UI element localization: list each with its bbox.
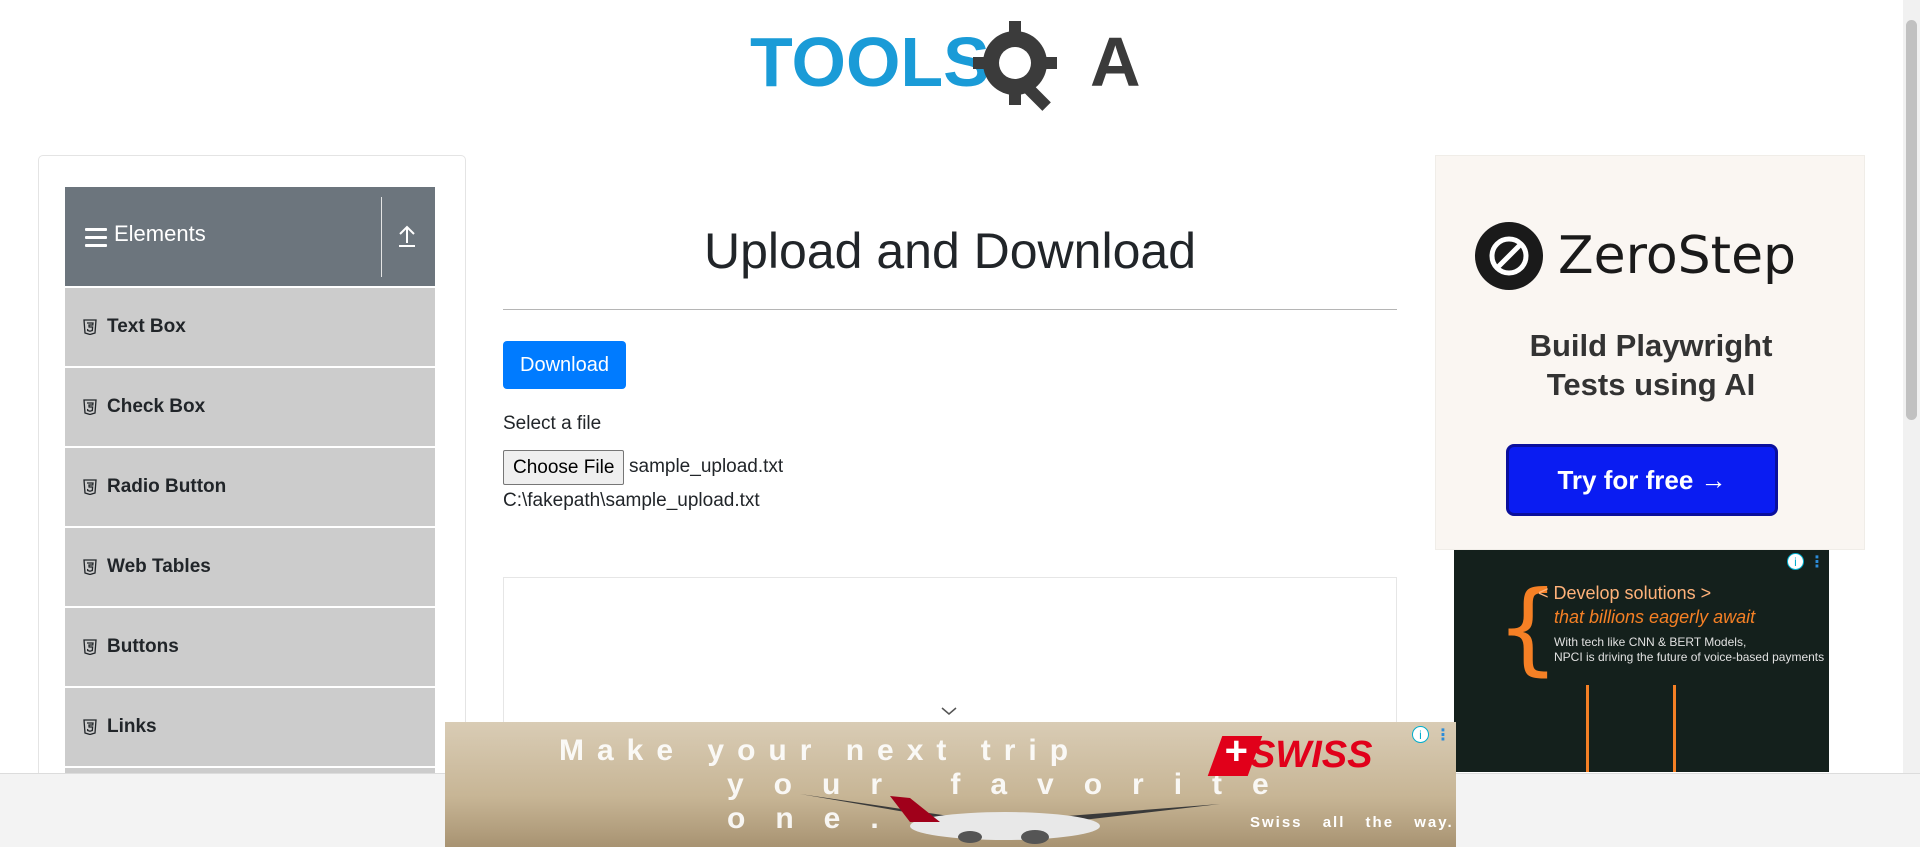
left-panel: Elements Text Box Check Box Radio Button… — [38, 155, 466, 847]
uploaded-file-path: C:\fakepath\sample_upload.txt — [503, 490, 760, 511]
html5-icon — [83, 399, 97, 415]
scrollbar-thumb[interactable] — [1906, 20, 1917, 420]
elements-group-header[interactable]: Elements — [65, 187, 435, 286]
sidebar-item-label: Radio Button — [107, 476, 227, 497]
sidebar-item-radio-button[interactable]: Radio Button — [65, 447, 435, 527]
swiss-ad-line-1: Make your next trip — [559, 734, 1082, 767]
swiss-ad[interactable]: Make your next trip your favorite one. S… — [445, 722, 1456, 847]
collapse-arrow-icon[interactable] — [396, 223, 418, 249]
header-divider — [381, 197, 382, 277]
zerostep-tagline-line-1: Build Playwright — [1529, 328, 1773, 363]
sidebar-item-check-box[interactable]: Check Box — [65, 367, 435, 447]
ad-more-icon[interactable]: ⋮ — [1809, 552, 1825, 572]
zerostep-tagline: Build Playwright Tests using AI — [1476, 326, 1826, 404]
swiss-brand: SWISS — [1250, 734, 1373, 776]
sidebar-item-web-tables[interactable]: Web Tables — [65, 527, 435, 607]
sidebar-item-label: Check Box — [107, 396, 206, 417]
elements-menu-list: Text Box Check Box Radio Button Web Tabl… — [65, 287, 435, 846]
try-for-free-button[interactable]: Try for free → — [1506, 444, 1778, 516]
presenter-image — [1586, 685, 1676, 772]
sidebar-item-label: Text Box — [107, 316, 186, 337]
choose-file-button[interactable]: Choose File — [503, 450, 625, 485]
sidebar-item-text-box[interactable]: Text Box — [65, 287, 435, 367]
sidebar-item-label: Links — [107, 716, 157, 737]
zerostep-logo-icon — [1475, 222, 1543, 290]
npci-ad[interactable]: { < Develop solutions > that billions ea… — [1454, 550, 1829, 772]
selected-file-name: sample_upload.txt — [629, 456, 784, 477]
group-title: Elements — [114, 221, 206, 246]
ad-info-icon[interactable]: i — [1412, 726, 1429, 743]
zerostep-brand: ZeroStep — [1558, 226, 1797, 286]
ad-more-icon[interactable]: ⋮ — [1435, 725, 1451, 745]
logo-text-tools: TOOLS — [750, 23, 990, 101]
html5-icon — [83, 639, 97, 655]
sidebar-item-buttons[interactable]: Buttons — [65, 607, 435, 687]
zerostep-ad[interactable]: ZeroStep Build Playwright Tests using AI… — [1435, 155, 1865, 550]
chevron-down-icon[interactable] — [940, 705, 958, 717]
ad-headline: < Develop solutions > — [1538, 583, 1712, 603]
html5-icon — [83, 719, 97, 735]
page-scrollbar[interactable] — [1903, 0, 1920, 773]
ad-body-line-1: With tech like CNN & BERT Models, — [1554, 635, 1747, 649]
download-button[interactable]: Download — [503, 341, 626, 389]
sidebar-item-label: Web Tables — [107, 556, 211, 577]
ad-body-line-2: NPCI is driving the future of voice-base… — [1554, 650, 1825, 664]
html5-icon — [83, 479, 97, 495]
page-title: Upload and Download — [703, 223, 1197, 279]
hamburger-icon — [85, 228, 107, 248]
airplane-image — [800, 794, 1220, 844]
html5-icon — [83, 559, 97, 575]
swiss-slogan: Swiss all the way. — [1250, 814, 1454, 831]
zerostep-tagline-line-2: Tests using AI — [1546, 367, 1756, 402]
sidebar-item-label: Buttons — [107, 636, 179, 657]
html5-icon — [83, 319, 97, 335]
logo-text-a: A — [1090, 23, 1141, 101]
sidebar-item-links[interactable]: Links — [65, 687, 435, 767]
ad-info-icon[interactable]: i — [1787, 553, 1804, 570]
toolsqa-logo[interactable]: TOOLS A — [750, 18, 1155, 118]
ad-subheadline: that billions eagerly await — [1554, 607, 1756, 627]
title-divider — [503, 309, 1397, 310]
select-file-label: Select a file — [503, 413, 602, 434]
